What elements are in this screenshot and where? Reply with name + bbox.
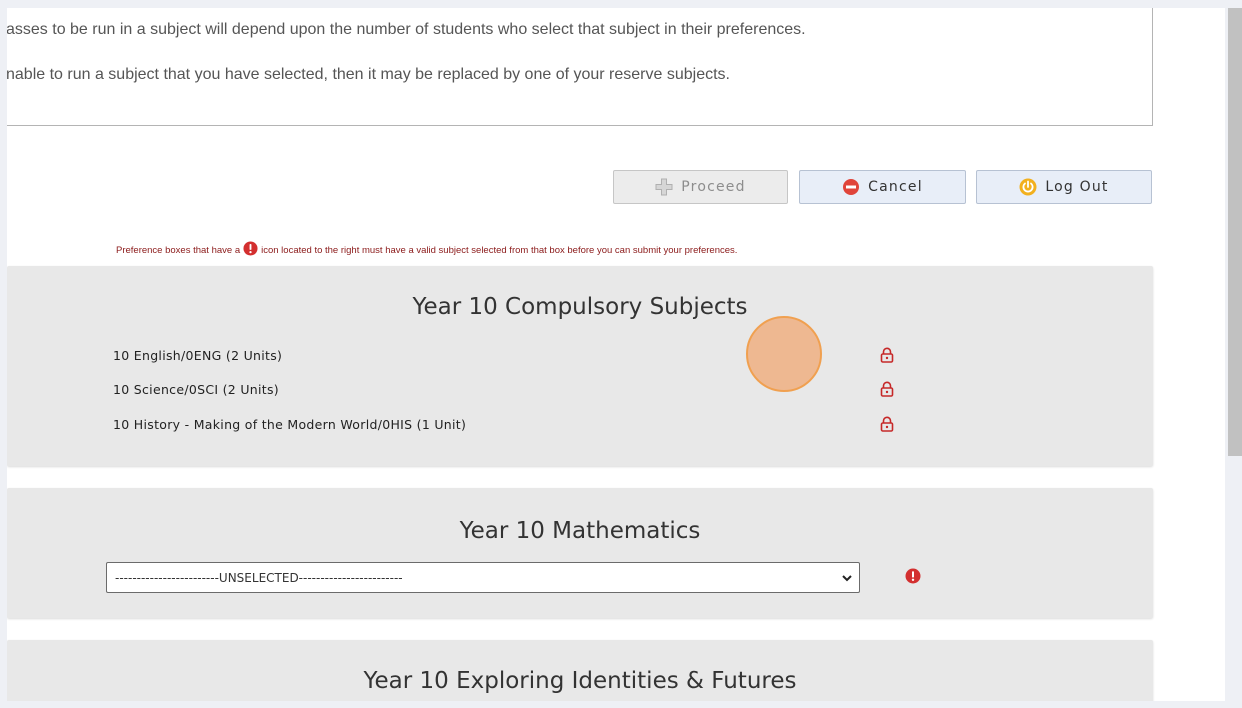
scrollbar-thumb[interactable] xyxy=(1228,8,1242,456)
lock-icon xyxy=(880,381,894,402)
compulsory-subjects-panel: Year 10 Compulsory Subjects 10 English/0… xyxy=(7,266,1153,466)
identities-futures-panel: Year 10 Exploring Identities & Futures xyxy=(7,640,1153,701)
cancel-label: Cancel xyxy=(868,179,923,195)
info-box: asses to be run in a subject will depend… xyxy=(7,8,1153,126)
subject-history: 10 History - Making of the Modern World/… xyxy=(113,417,467,432)
logout-button[interactable]: Log Out xyxy=(976,170,1152,204)
preference-notice: Preference boxes that have a icon locate… xyxy=(116,241,737,259)
mathematics-select-value: ------------------------UNSELECTED------… xyxy=(115,570,403,585)
info-line-reserve: nable to run a subject that you have sel… xyxy=(7,66,730,83)
info-line-classes: asses to be run in a subject will depend… xyxy=(7,21,806,38)
mathematics-select[interactable]: ------------------------UNSELECTED------… xyxy=(106,562,860,593)
compulsory-subjects-title: Year 10 Compulsory Subjects xyxy=(412,294,748,320)
cancel-icon xyxy=(842,178,860,196)
power-icon xyxy=(1019,178,1037,196)
chevron-down-icon xyxy=(841,572,853,587)
alert-icon xyxy=(905,568,921,589)
notice-text-after: icon located to the right must have a va… xyxy=(261,244,738,256)
mathematics-title: Year 10 Mathematics xyxy=(459,518,701,544)
proceed-button[interactable]: Proceed xyxy=(613,170,788,204)
subject-english: 10 English/0ENG (2 Units) xyxy=(113,348,283,363)
lock-icon xyxy=(880,347,894,368)
subject-science: 10 Science/0SCI (2 Units) xyxy=(113,382,279,397)
page-scrollbar[interactable] xyxy=(1228,8,1242,701)
identities-futures-title: Year 10 Exploring Identities & Futures xyxy=(363,668,797,694)
notice-text-before: Preference boxes that have a xyxy=(116,244,241,256)
logout-label: Log Out xyxy=(1045,179,1109,195)
mathematics-panel: Year 10 Mathematics --------------------… xyxy=(7,488,1153,618)
cancel-button[interactable]: Cancel xyxy=(799,170,966,204)
page-viewport: asses to be run in a subject will depend… xyxy=(7,8,1225,701)
lock-icon xyxy=(880,416,894,437)
proceed-label: Proceed xyxy=(681,179,746,195)
alert-icon xyxy=(243,241,258,259)
plus-icon xyxy=(655,178,673,196)
